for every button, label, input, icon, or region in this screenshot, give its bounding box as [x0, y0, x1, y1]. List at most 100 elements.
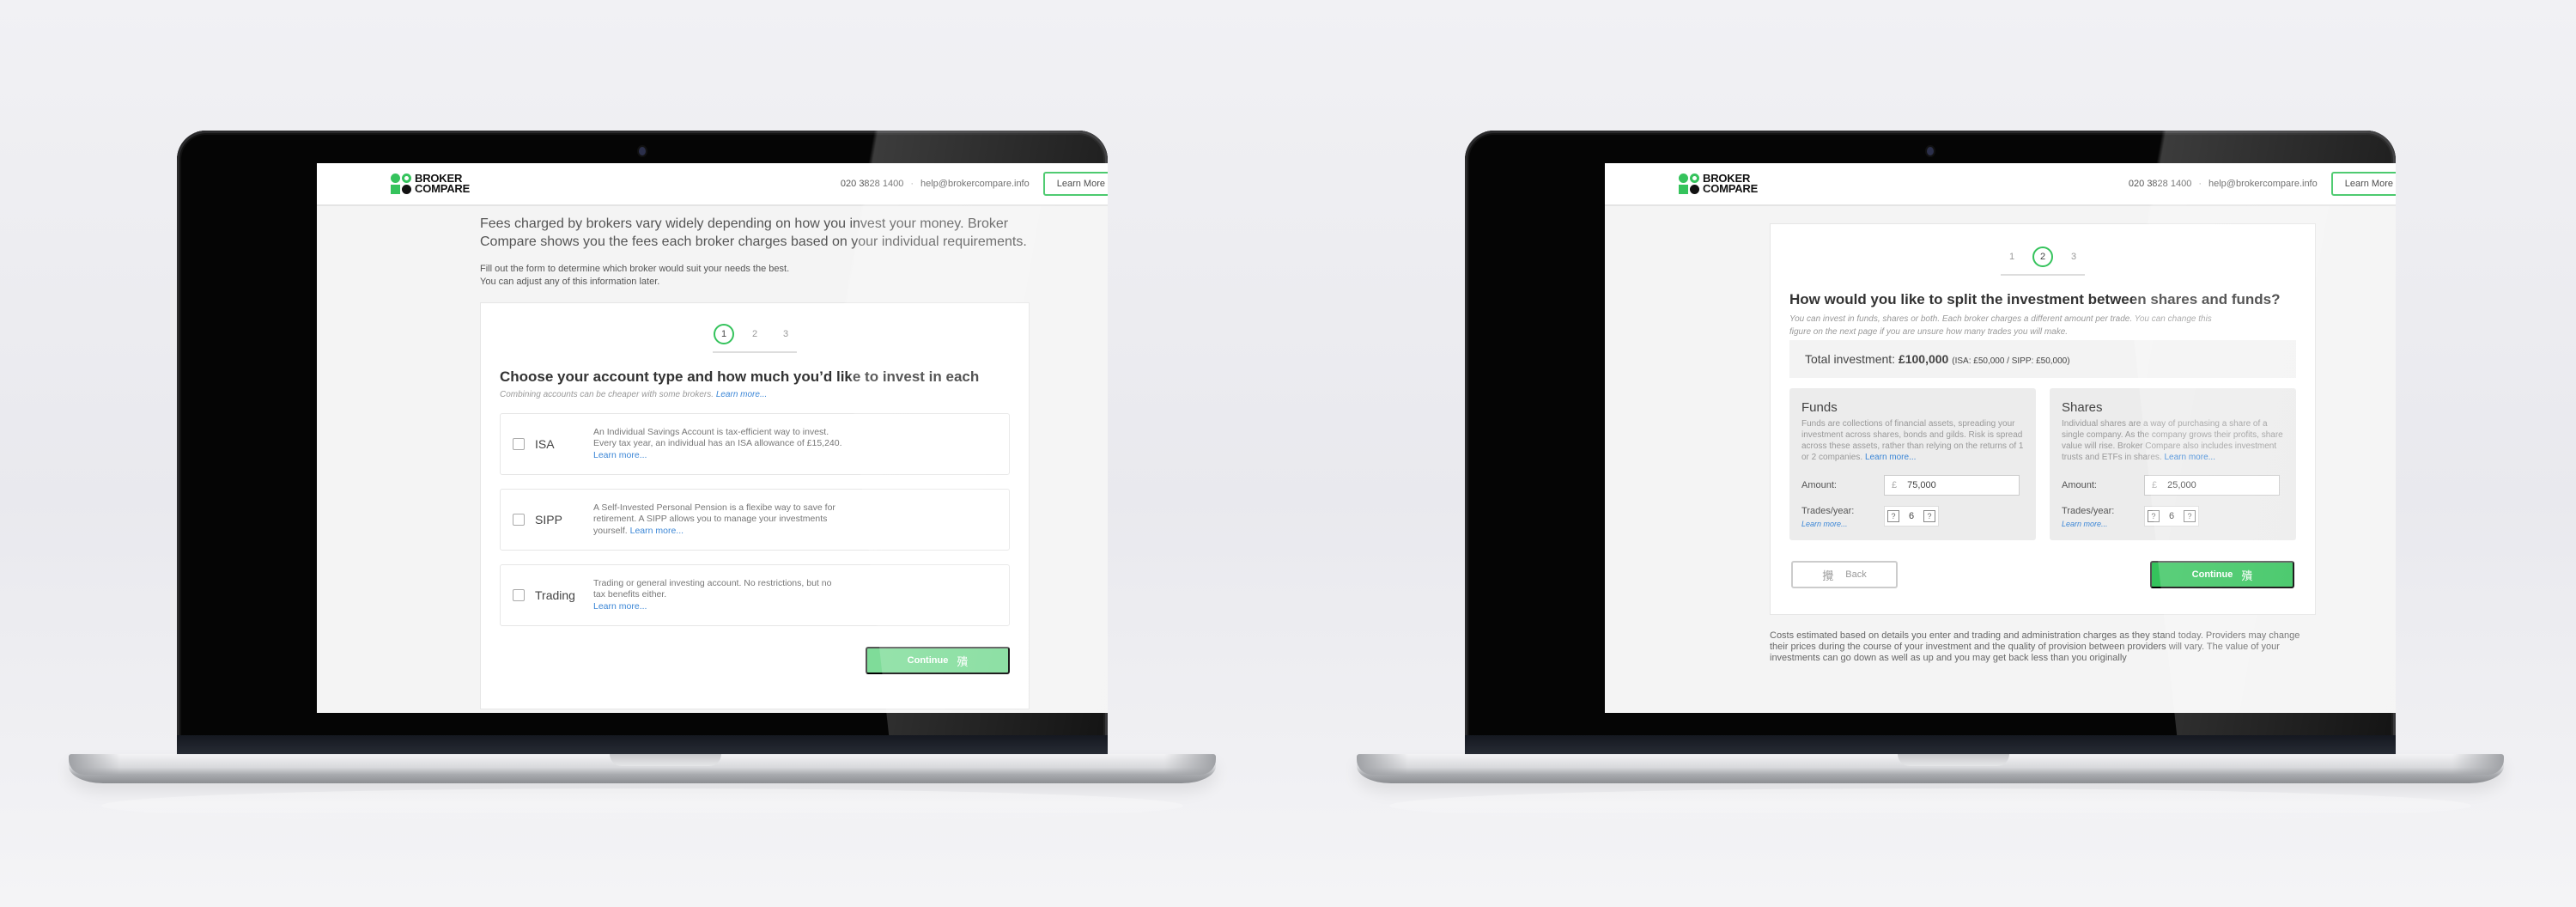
account-name: Trading [535, 588, 575, 602]
panel-description: Funds are collections of financial asset… [1801, 419, 2024, 462]
split-panels: Funds Funds are collections of financial… [1789, 388, 2296, 540]
arrow-right-icon: 殨 [2241, 569, 2253, 582]
total-value: £100,000 [1898, 352, 1949, 366]
shares-learn-more-link[interactable]: Learn more... [2165, 453, 2215, 462]
account-form-card: 1 2 3 Choose your account type and how m… [480, 302, 1030, 709]
trading-learn-more-link[interactable]: Learn more... [593, 601, 647, 612]
step-1[interactable]: 1 [2002, 247, 2022, 267]
step-indicator: 1 2 3 [500, 324, 1010, 344]
amount-row: Amount: £ 75,000 [1801, 475, 2024, 496]
step-2[interactable]: 2 [2032, 247, 2053, 267]
continue-label: Continue [907, 655, 949, 666]
sipp-learn-more-link[interactable]: Learn more... [630, 526, 683, 536]
header-email[interactable]: help@brokercompare.info [920, 179, 1030, 189]
trading-checkbox[interactable] [513, 589, 525, 601]
funds-amount-input[interactable]: £ 75,000 [1884, 475, 2020, 496]
hint-learn-more-link[interactable]: Learn more... [716, 390, 767, 399]
screen-step2: BROKER COMPARE 020 3828 1400 · help@brok… [1605, 163, 2396, 713]
trades-learn-more-link[interactable]: Learn more... [2062, 519, 2144, 530]
step-indicator: 1 2 3 [1789, 247, 2296, 267]
trades-value: 6 [1908, 511, 1915, 521]
arrow-right-icon: 殨 [957, 654, 969, 668]
step-2[interactable]: 2 [744, 324, 765, 344]
funds-trades-stepper[interactable]: ? 6 ? [1884, 506, 1939, 527]
continue-label: Continue [2191, 569, 2233, 580]
trades-row: Trades/year: Learn more... ? 6 ? [2062, 506, 2284, 530]
site-header: BROKER COMPARE 020 3828 1400 · help@brok… [317, 163, 1108, 206]
decrement-icon[interactable]: ? [2148, 510, 2160, 522]
learn-more-button[interactable]: Learn More [2330, 172, 2396, 196]
step-3[interactable]: 3 [775, 324, 796, 344]
learn-more-button[interactable]: Learn More [1042, 172, 1108, 196]
screen-step1: BROKER COMPARE 020 3828 1400 · help@brok… [317, 163, 1108, 713]
back-label: Back [1845, 569, 1867, 580]
header-phone[interactable]: 020 3828 1400 [841, 179, 903, 189]
site-header: BROKER COMPARE 020 3828 1400 · help@brok… [1605, 163, 2396, 206]
currency-symbol: £ [2152, 480, 2158, 490]
arrow-left-icon: 攪 [1822, 569, 1834, 582]
increment-icon[interactable]: ? [1923, 510, 1935, 522]
trades-label: Trades/year: Learn more... [2062, 506, 2144, 530]
increment-icon[interactable]: ? [2184, 510, 2196, 522]
laptop-lid: BROKER COMPARE 020 3828 1400 · help@brok… [177, 131, 1108, 758]
logo-text: BROKER COMPARE [415, 172, 471, 195]
header-contact: 020 3828 1400 · help@brokercompare.info … [841, 172, 1108, 196]
form-title: Choose your account type and how much yo… [500, 368, 980, 385]
account-option-isa[interactable]: ISA An Individual Savings Account is tax… [500, 413, 1010, 475]
laptop-mockup-step1: BROKER COMPARE 020 3828 1400 · help@brok… [67, 0, 1218, 907]
split-form-card: 1 2 3 How would you like to split the in… [1770, 223, 2316, 615]
form-actions: 攪 Back Continue 殨 [1789, 561, 2296, 588]
logo-text: BROKER COMPARE [1703, 172, 1759, 195]
laptop-reflection [1389, 788, 2471, 823]
step-1[interactable]: 1 [714, 324, 734, 344]
laptop-reflection [101, 788, 1183, 823]
header-email[interactable]: help@brokercompare.info [2208, 179, 2318, 189]
header-separator: · [910, 179, 914, 189]
account-description: A Self-Invested Personal Pension is a fl… [593, 502, 835, 536]
funds-learn-more-link[interactable]: Learn more... [1865, 453, 1916, 462]
logo[interactable]: BROKER COMPARE [1679, 173, 1758, 194]
logo-mark-icon [391, 173, 411, 194]
step-3[interactable]: 3 [2063, 247, 2084, 267]
amount-value: 75,000 [1907, 480, 1936, 490]
shares-trades-stepper[interactable]: ? 6 ? [2144, 506, 2199, 527]
total-label: Total investment: [1805, 352, 1896, 366]
camera-icon [639, 147, 646, 155]
step-divider [713, 351, 797, 353]
continue-button[interactable]: Continue 殨 [2150, 561, 2294, 588]
trades-learn-more-link[interactable]: Learn more... [1801, 519, 1884, 530]
account-description: An Individual Savings Account is tax-eff… [593, 426, 842, 460]
shares-amount-input[interactable]: £ 25,000 [2144, 475, 2280, 496]
isa-learn-more-link[interactable]: Learn more... [593, 450, 647, 460]
laptop-notch [610, 754, 721, 766]
account-name: SIPP [535, 513, 562, 527]
continue-row: Continue 殨 [500, 647, 1010, 674]
trades-row: Trades/year: Learn more... ? 6 ? [1801, 506, 2024, 530]
header-phone[interactable]: 020 3828 1400 [2129, 179, 2191, 189]
account-description: Trading or general investing account. No… [593, 577, 832, 612]
logo[interactable]: BROKER COMPARE [391, 173, 470, 194]
total-breakdown: (ISA: £50,000 / SIPP: £50,000) [1952, 356, 2070, 366]
account-option-sipp[interactable]: SIPP A Self-Invested Personal Pension is… [500, 489, 1010, 551]
form-title: How would you like to split the investme… [1789, 291, 2281, 307]
decrement-icon[interactable]: ? [1887, 510, 1899, 522]
intro-lead: Fees charged by brokers vary widely depe… [480, 216, 1027, 249]
amount-value: 25,000 [2167, 480, 2196, 490]
continue-button[interactable]: Continue 殨 [866, 647, 1010, 674]
amount-label: Amount: [2062, 480, 2097, 490]
amount-label: Amount: [1801, 480, 1837, 490]
total-investment-bar: Total investment: £100,000 (ISA: £50,000… [1789, 340, 2296, 378]
laptop-notch [1898, 754, 2009, 766]
header-contact: 020 3828 1400 · help@brokercompare.info … [2129, 172, 2396, 196]
camera-icon [1927, 147, 1934, 155]
form-hint: You can invest in funds, shares or both.… [1789, 314, 2212, 337]
laptop-lid: BROKER COMPARE 020 3828 1400 · help@brok… [1465, 131, 2396, 758]
back-button[interactable]: 攪 Back [1791, 561, 1898, 588]
form-hint: Combining accounts can be cheaper with s… [500, 390, 768, 399]
trades-label: Trades/year: Learn more... [1801, 506, 1884, 530]
account-option-trading[interactable]: Trading Trading or general investing acc… [500, 564, 1010, 626]
isa-checkbox[interactable] [513, 438, 525, 450]
logo-mark-icon [1679, 173, 1699, 194]
sipp-checkbox[interactable] [513, 514, 525, 526]
disclaimer: Costs estimated based on details you ent… [1770, 630, 2300, 663]
